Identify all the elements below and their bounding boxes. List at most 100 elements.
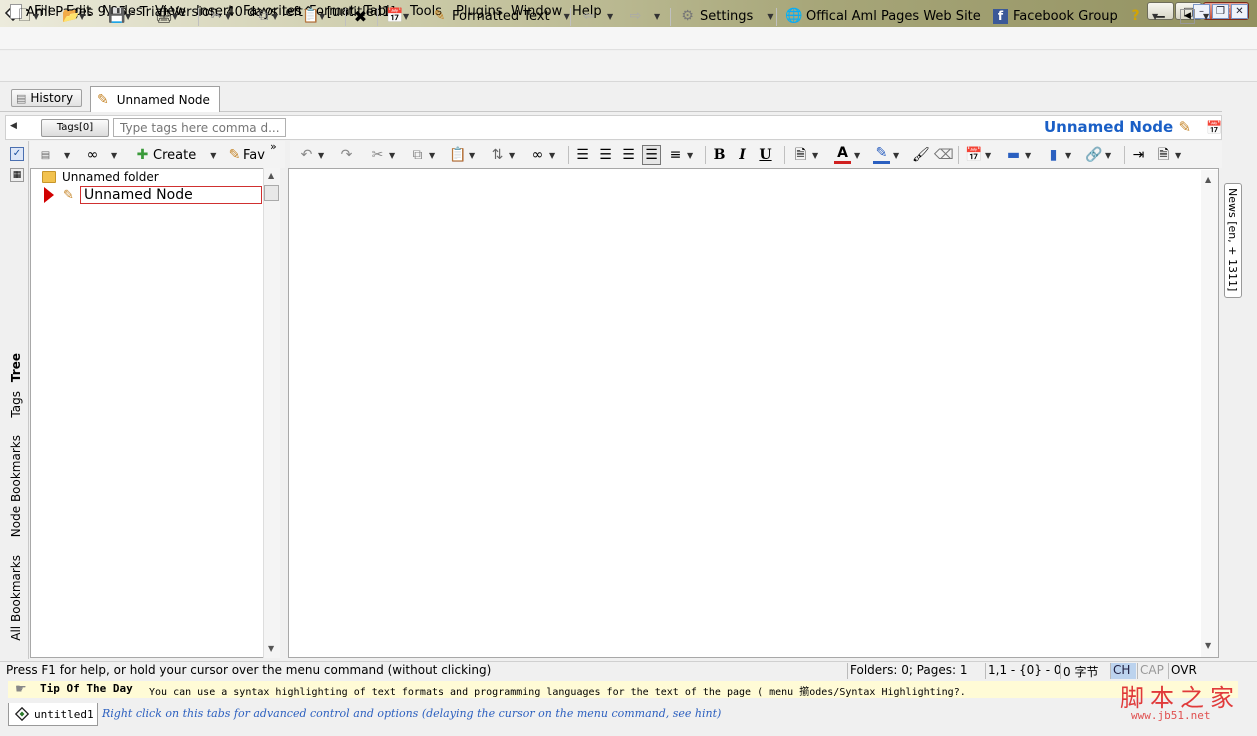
copy-icon: ⧉ [412, 146, 423, 163]
sidebar-tabs: ✓ ▦ Tree Tags Node Bookmarks All Bookmar… [5, 141, 29, 659]
scissors-icon: ✂ [210, 7, 223, 24]
settings-button[interactable]: ⚙ Settings ▼ [679, 6, 773, 26]
toolbar-more-button[interactable]: ◀ ▼ [1180, 6, 1209, 26]
tree-find-button[interactable]: ∞ ▼ [84, 145, 118, 165]
italic-button[interactable]: I [734, 145, 751, 165]
list-view-icon[interactable]: ▦ [10, 168, 24, 182]
official-site-button[interactable]: 🌐Offical Aml Pages Web Site▼ [785, 6, 1001, 26]
page-format-button[interactable]: 🗎 ▼ [792, 145, 818, 165]
scroll-up-icon[interactable]: ▲ [1205, 175, 1211, 184]
page-editor[interactable] [288, 168, 1219, 658]
mdi-close-button[interactable]: ✕ [1231, 4, 1248, 19]
create-label: Create [153, 147, 197, 163]
insert-line-button[interactable]: ▬ ▼ [1005, 145, 1031, 165]
align-right-icon: ☰ [622, 146, 635, 163]
paste-button[interactable]: 📋 ▼ [302, 6, 325, 26]
page-format-icon: 🗎 [794, 146, 807, 163]
settings-label: Settings [700, 8, 754, 24]
tags-collapse-icon[interactable]: ◀ [10, 121, 17, 131]
copy-button[interactable]: ⧉ ▼ [255, 6, 279, 26]
tree-scrollbar[interactable]: ▲ ▼ [263, 168, 280, 658]
formatted-text-button[interactable]: ✎ Formatted Text ▼ [431, 6, 570, 26]
tags-input[interactable] [113, 118, 286, 137]
align-left-icon: ☰ [576, 146, 589, 163]
template-icon: 🗎 [1157, 146, 1170, 163]
status-cap: CAP [1137, 663, 1167, 679]
print-button[interactable]: 🖨 ▼ [155, 6, 178, 26]
open-button[interactable]: 📂 ▼ [62, 6, 85, 26]
calendar-icon[interactable]: 📅 [1206, 121, 1222, 136]
delete-button[interactable]: ✖ [352, 6, 369, 26]
toolbar-separator [568, 146, 569, 164]
favorites-button[interactable]: ✎ Fav [226, 145, 265, 165]
calendar-button[interactable]: 📅 ▼ [386, 6, 409, 26]
tree-scroll-thumb[interactable] [264, 185, 279, 201]
align-left-button[interactable]: ☰ [574, 145, 591, 165]
toolbar-separator [377, 8, 378, 26]
watermark-text: 脚本之家 [1120, 684, 1240, 712]
clipboard-icon: 📋 [302, 7, 320, 24]
tab-untitled1[interactable]: untitled1 [8, 703, 98, 726]
node-rename-field[interactable]: Unnamed Node [80, 186, 262, 204]
create-button[interactable]: ✚ Create ▼ [134, 145, 217, 165]
bold-button[interactable]: B [711, 145, 728, 165]
toolbar-separator [958, 146, 959, 164]
mdi-restore-button[interactable]: ❐ [1212, 4, 1229, 19]
underline-button[interactable]: U [757, 145, 774, 165]
redo-button[interactable]: ↷ [338, 145, 355, 165]
save-button[interactable]: 💾 ▼ [108, 6, 131, 26]
tab-tags[interactable]: Tags [9, 391, 23, 418]
bookmark-button[interactable]: ▮ ▼ [1045, 145, 1072, 165]
selected-node-arrow-icon [44, 187, 54, 203]
toolbar-separator [670, 8, 671, 26]
toolbar-separator [705, 146, 706, 164]
tree-toolbar-overflow-icon[interactable]: » [270, 140, 277, 153]
facebook-button[interactable]: f Facebook Group [993, 6, 1118, 26]
tab-tree[interactable]: Tree [9, 353, 23, 382]
tree-view-icon[interactable]: ✓ [10, 147, 24, 161]
editor-scrollbar[interactable]: ▲ ▼ [1201, 170, 1218, 657]
undo-button[interactable]: ↶ ▼ [298, 145, 325, 165]
tree-node-item[interactable]: ✎ [44, 186, 74, 204]
tags-button[interactable]: Tags[0] [41, 119, 109, 137]
insert-date-button[interactable]: 📅 ▼ [965, 145, 991, 165]
link-button[interactable]: 🔗 ▼ [1085, 145, 1111, 165]
favorites-icon: ✎ [228, 146, 241, 163]
align-center-button[interactable]: ☰ [597, 145, 614, 165]
help-button[interactable]: ? ▼ [1127, 6, 1158, 26]
line-spacing-button[interactable]: ≡ ▼ [667, 145, 694, 165]
news-tab[interactable]: News [en, + 1311] [1224, 183, 1242, 298]
copy-icon: ⧉ [258, 7, 269, 24]
paste-special-button[interactable]: ⇅ ▼ [489, 145, 516, 165]
back-button[interactable]: ⇦ ▼ [580, 6, 614, 26]
tree-folder-item[interactable]: Unnamed folder [42, 170, 159, 184]
editor-copy-button[interactable]: ⧉ ▼ [409, 145, 436, 165]
tree-panel[interactable] [30, 168, 280, 658]
format-painter-button[interactable]: 🖌 [912, 145, 930, 165]
justify-icon: ☰ [645, 146, 658, 163]
clear-format-button[interactable]: ⌫ [934, 145, 954, 165]
font-color-button[interactable]: A ▼ [834, 145, 860, 165]
tab-all-bookmarks[interactable]: All Bookmarks [9, 555, 23, 641]
align-right-button[interactable]: ☰ [620, 145, 637, 165]
scroll-down-icon[interactable]: ▼ [1205, 641, 1211, 650]
text-indent-button[interactable]: ⇥ [1130, 145, 1147, 165]
new-page-button[interactable]: 🗋 ▼ [16, 6, 39, 26]
editor-find-button[interactable]: ∞ ▼ [529, 145, 556, 165]
tree-view-mode-button[interactable]: ▤ ▼ [37, 145, 70, 165]
page-template-button[interactable]: 🗎 ▼ [1155, 145, 1181, 165]
scroll-up-icon[interactable]: ▲ [268, 171, 274, 180]
new-page-icon: 🗋 [18, 7, 31, 24]
history-button[interactable]: ▤ History [11, 89, 82, 107]
status-folders-pages: Folders: 0; Pages: 1 [847, 663, 984, 679]
page-pencil-icon: ✎ [63, 187, 74, 203]
forward-button[interactable]: ⇨ ▼ [627, 6, 661, 26]
cut-button[interactable]: ✂ ▼ [208, 6, 232, 26]
tab-node-bookmarks[interactable]: Node Bookmarks [9, 435, 23, 537]
scroll-down-icon[interactable]: ▼ [268, 644, 274, 653]
editor-cut-button[interactable]: ✂ ▼ [369, 145, 396, 165]
justify-button[interactable]: ☰ [642, 145, 661, 165]
editor-paste-button[interactable]: 📋 ▼ [449, 145, 475, 165]
highlight-button[interactable]: ✎ ▼ [873, 145, 899, 165]
tab-unnamed-node[interactable]: ✎ Unnamed Node [90, 86, 220, 112]
